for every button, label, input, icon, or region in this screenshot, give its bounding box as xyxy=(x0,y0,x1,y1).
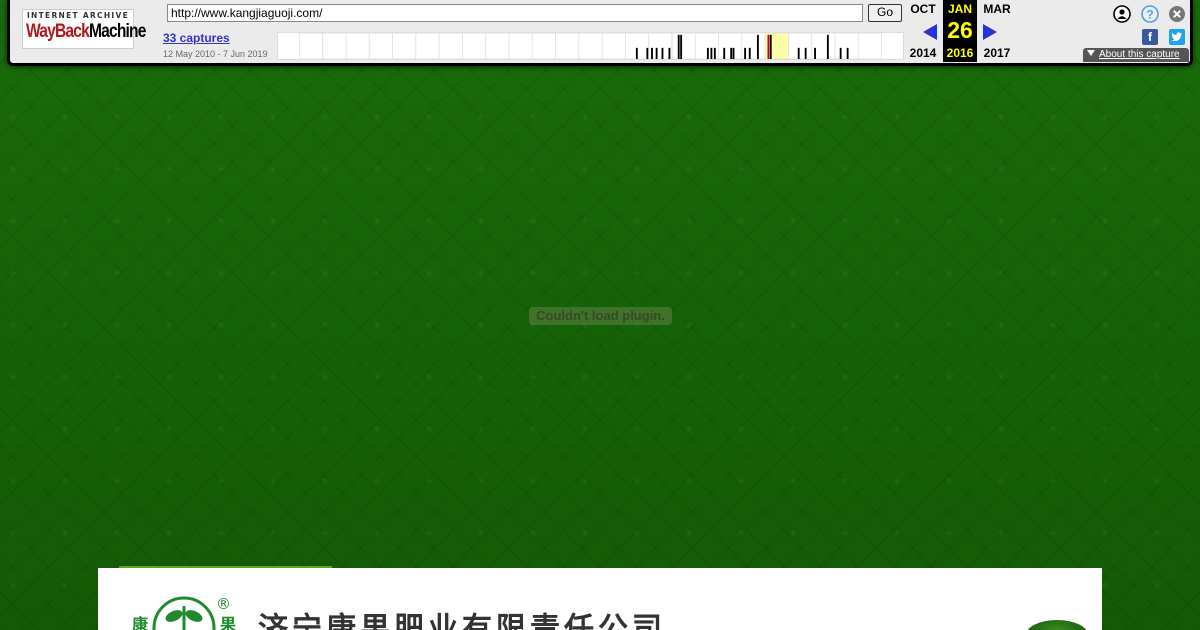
sparkline-year-6[interactable] xyxy=(438,33,463,59)
facebook-icon[interactable]: f xyxy=(1142,29,1158,45)
sparkline-year-5[interactable] xyxy=(415,33,440,59)
sparkline-capture-bar[interactable] xyxy=(635,47,638,59)
sparkline-year-3[interactable] xyxy=(368,33,394,59)
wayback-logo-black: Machine xyxy=(88,21,146,42)
sparkline-year-12[interactable] xyxy=(578,33,603,59)
sparkline-year-7[interactable] xyxy=(461,33,487,59)
sparkline-year-4[interactable] xyxy=(392,33,417,59)
sparkline-capture-bar[interactable] xyxy=(655,47,658,59)
wayback-logo-wordmark: WayBackMachine xyxy=(26,21,146,47)
chevron-down-icon xyxy=(1087,50,1095,56)
wayback-current-year: 2016 xyxy=(946,46,974,60)
sparkline-capture-bar[interactable] xyxy=(661,47,664,59)
sparkline-year-2[interactable] xyxy=(345,33,370,59)
site-header-panel: 康 果 ® 济宁康果肥业有限责任公司 xyxy=(98,568,1102,630)
company-logo[interactable]: 康 果 ® xyxy=(124,594,244,630)
sparkline-year-11[interactable] xyxy=(555,33,580,59)
svg-text:?: ? xyxy=(1146,8,1153,22)
sparkline-year-9[interactable] xyxy=(508,33,533,59)
sparkline-capture-bar[interactable] xyxy=(748,47,751,59)
sparkline-year-21[interactable] xyxy=(787,33,813,59)
wayback-logo[interactable]: INTERNET ARCHIVE WayBackMachine xyxy=(22,9,146,49)
sparkline-capture-bar[interactable] xyxy=(804,47,807,59)
close-icon[interactable] xyxy=(1168,5,1186,23)
sparkline-year-24[interactable] xyxy=(857,33,883,59)
sparkline-year-13[interactable] xyxy=(601,33,626,59)
sparkline-capture-bar[interactable] xyxy=(797,47,800,59)
sparkline-capture-bar[interactable] xyxy=(723,47,726,59)
sparkline-capture-bar[interactable] xyxy=(744,47,747,59)
wayback-current-day: 26 xyxy=(947,17,973,43)
sparkline-capture-bar[interactable] xyxy=(767,34,770,59)
sparkline-capture-bar[interactable] xyxy=(839,47,842,59)
wayback-logo-top: INTERNET ARCHIVE xyxy=(26,11,130,20)
sparkline-year-1[interactable] xyxy=(322,33,347,59)
wayback-next-month[interactable]: MAR xyxy=(980,2,1014,16)
wayback-logo-red: WayBack xyxy=(26,21,90,42)
sparkline-year-16[interactable] xyxy=(671,33,696,59)
plugin-error-message: Couldn't load plugin. xyxy=(529,307,672,325)
svg-text:果: 果 xyxy=(219,615,236,630)
sparkline-capture-bar[interactable] xyxy=(668,47,671,59)
sparkline-year-8[interactable] xyxy=(485,33,510,59)
help-icon[interactable]: ? xyxy=(1141,5,1159,23)
sparkline-capture-bar[interactable] xyxy=(732,47,735,59)
wayback-captures-link[interactable]: 33 captures xyxy=(163,31,230,45)
wayback-toolbar: INTERNET ARCHIVE WayBackMachine http://w… xyxy=(7,0,1193,66)
sparkline-capture-bar[interactable] xyxy=(730,47,733,59)
wayback-url-input[interactable]: http://www.kangjiaguoji.com/ xyxy=(167,4,863,22)
user-icon[interactable] xyxy=(1113,5,1131,23)
wayback-date-range: 12 May 2010 - 7 Jun 2019 xyxy=(163,49,268,59)
sparkline-year-23[interactable] xyxy=(834,33,859,59)
sparkline-capture-bar[interactable] xyxy=(769,34,772,59)
sparkline-capture-bar[interactable] xyxy=(646,47,649,59)
next-arrow-icon[interactable] xyxy=(983,24,997,40)
sparkline-year-10[interactable] xyxy=(531,33,557,59)
wayback-go-button[interactable]: Go xyxy=(868,4,902,22)
wayback-prev-month[interactable]: OCT xyxy=(906,2,940,16)
wayback-sparkline[interactable] xyxy=(277,32,904,60)
wayback-current-date: JAN 26 2016 xyxy=(943,0,977,62)
about-capture-button[interactable]: About this capture xyxy=(1083,48,1189,62)
sparkline-capture-bar[interactable] xyxy=(846,47,849,59)
decorative-shrub-image xyxy=(1026,620,1088,630)
twitter-icon[interactable] xyxy=(1169,29,1185,45)
registered-mark: ® xyxy=(216,595,231,613)
wayback-prev-year[interactable]: 2014 xyxy=(906,46,940,60)
sparkline-capture-bar[interactable] xyxy=(713,47,716,59)
sparkline-capture-bar[interactable] xyxy=(826,34,829,59)
sparkline-year-18[interactable] xyxy=(718,33,743,59)
wayback-current-month: JAN xyxy=(947,2,972,16)
prev-arrow-icon[interactable] xyxy=(923,24,937,40)
site-title: 济宁康果肥业有限责任公司 xyxy=(258,611,666,630)
wayback-next-year[interactable]: 2017 xyxy=(980,46,1014,60)
sparkline-year-0[interactable] xyxy=(298,33,324,59)
about-capture-label: About this capture xyxy=(1099,49,1180,60)
sparkline-capture-bar[interactable] xyxy=(710,47,713,59)
sparkline-capture-bar[interactable] xyxy=(706,47,709,59)
sparkline-capture-bar[interactable] xyxy=(651,47,653,59)
svg-text:康: 康 xyxy=(132,615,149,630)
sparkline-capture-bar[interactable] xyxy=(756,34,759,59)
sparkline-capture-bar[interactable] xyxy=(814,47,816,59)
sparkline-capture-bar[interactable] xyxy=(677,34,680,59)
sparkline-capture-bar[interactable] xyxy=(680,34,683,59)
